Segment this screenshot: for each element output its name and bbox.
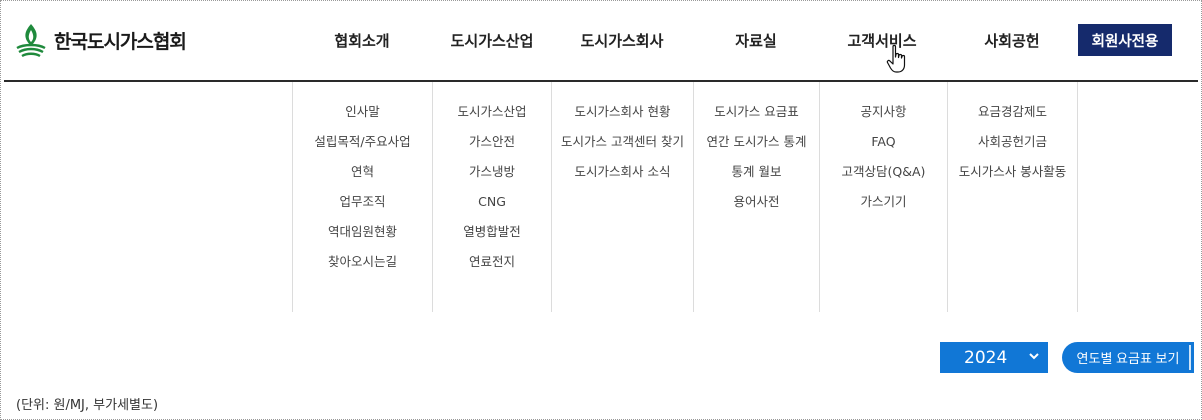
menu-item[interactable]: 공지사항	[820, 102, 947, 132]
year-select[interactable]: 2024	[940, 342, 1048, 373]
menu-item[interactable]: 업무조직	[293, 192, 432, 222]
logo-emblem-icon	[16, 24, 46, 58]
menu-item[interactable]: 연료전지	[433, 252, 551, 282]
menu-item[interactable]: 역대임원현황	[293, 222, 432, 252]
hand-pointer-icon	[886, 44, 906, 73]
menu-item[interactable]: 찾아오시는길	[293, 252, 432, 282]
menu-item[interactable]: FAQ	[820, 132, 947, 162]
menu-item[interactable]: 가스기기	[820, 192, 947, 222]
nav-industry[interactable]: 도시가스산업	[451, 30, 534, 51]
menu-item[interactable]: 가스안전	[433, 132, 551, 162]
year-select-value: 2024	[964, 347, 1008, 368]
menu-item[interactable]: 고객상담(Q&A)	[820, 162, 947, 192]
menu-item[interactable]: 가스냉방	[433, 162, 551, 192]
site-header: 한국도시가스협회 협회소개 도시가스산업 도시가스회사 자료실 고객서비스 사회…	[0, 0, 1202, 82]
menu-item[interactable]: 용어사전	[694, 192, 819, 222]
menu-item[interactable]: 도시가스산업	[433, 102, 551, 132]
menu-column-resources: 도시가스 요금표 연간 도시가스 통계 통계 월보 용어사전	[693, 82, 819, 312]
menu-item[interactable]: 연간 도시가스 통계	[694, 132, 819, 162]
nav-social-contribution[interactable]: 사회공헌	[984, 30, 1039, 51]
menu-item[interactable]: 요금경감제도	[948, 102, 1077, 132]
logo-text: 한국도시가스협회	[54, 30, 187, 53]
menu-item[interactable]: 도시가스사 봉사활동	[948, 162, 1077, 192]
menu-item[interactable]: 도시가스회사 현황	[552, 102, 693, 132]
menu-item[interactable]: CNG	[433, 192, 551, 222]
menu-item[interactable]: 도시가스 고객센터 찾기	[552, 132, 693, 162]
menu-item[interactable]: 인사말	[293, 102, 432, 132]
chevron-down-icon	[1029, 353, 1039, 360]
menu-column-social-contribution: 요금경감제도 사회공헌기금 도시가스사 봉사활동	[947, 82, 1078, 312]
menu-item[interactable]: 도시가스회사 소식	[552, 162, 693, 192]
menu-column-customer-service: 공지사항 FAQ 고객상담(Q&A) 가스기기	[819, 82, 947, 312]
menu-item[interactable]: 설립목적/주요사업	[293, 132, 432, 162]
menu-item[interactable]: 열병합발전	[433, 222, 551, 252]
site-logo[interactable]: 한국도시가스협회	[14, 22, 187, 58]
nav-companies[interactable]: 도시가스회사	[581, 30, 664, 51]
view-yearly-rate-button[interactable]: 연도별 요금표 보기	[1062, 342, 1194, 373]
menu-item[interactable]: 통계 월보	[694, 162, 819, 192]
menu-item[interactable]: 연혁	[293, 162, 432, 192]
member-only-button[interactable]: 회원사전용	[1078, 24, 1172, 56]
mega-menu: 인사말 설립목적/주요사업 연혁 업무조직 역대임원현황 찾아오시는길 도시가스…	[0, 82, 1202, 312]
menu-item[interactable]: 사회공헌기금	[948, 132, 1077, 162]
menu-column-industry: 도시가스산업 가스안전 가스냉방 CNG 열병합발전 연료전지	[432, 82, 551, 312]
nav-resources[interactable]: 자료실	[735, 30, 776, 51]
menu-column-companies: 도시가스회사 현황 도시가스 고객센터 찾기 도시가스회사 소식	[551, 82, 693, 312]
unit-note: (단위: 원/MJ, 부가세별도)	[16, 398, 159, 413]
nav-association[interactable]: 협회소개	[334, 30, 389, 51]
menu-column-association: 인사말 설립목적/주요사업 연혁 업무조직 역대임원현황 찾아오시는길	[292, 82, 432, 312]
menu-item[interactable]: 도시가스 요금표	[694, 102, 819, 132]
